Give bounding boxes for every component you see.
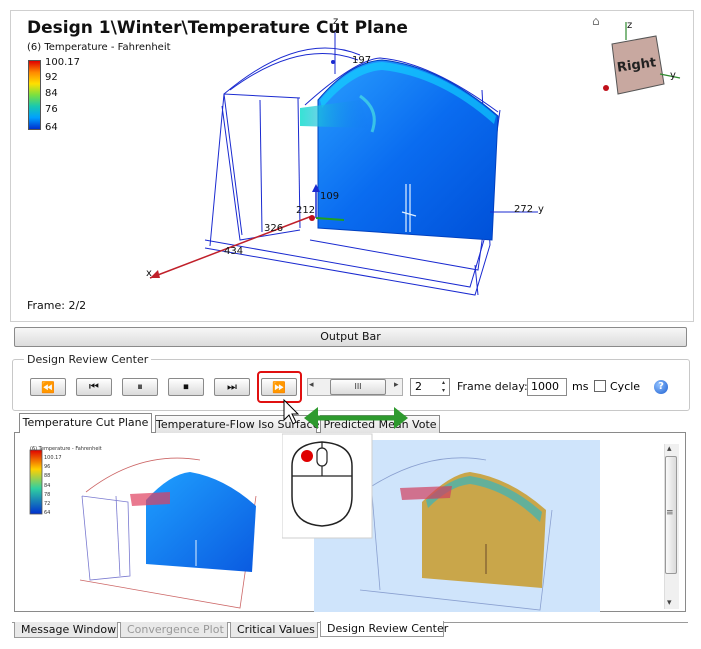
bottom-tab-design-review-center[interactable]: Design Review Center: [320, 621, 448, 637]
color-legend-bar: [28, 60, 41, 130]
spin-down-icon[interactable]: ▾: [438, 387, 449, 395]
spin-up-icon[interactable]: ▴: [438, 379, 449, 387]
cycle-label: Cycle: [610, 380, 641, 393]
output-bar-button[interactable]: Output Bar: [14, 327, 687, 347]
thumb-tick: 100.17: [44, 455, 62, 461]
cycle-checkbox[interactable]: [594, 380, 606, 392]
slider-left-arrow[interactable]: ◂: [309, 380, 314, 390]
thumbnail-subtitle: (6) Temperature - Fahrenheit: [30, 446, 102, 452]
thumbnail-legend-ticks: 100.17 96 88 84 78 72 64: [44, 454, 62, 518]
mouse-illustration: [282, 398, 408, 539]
frame-delay-label: Frame delay:: [457, 380, 528, 393]
frame-delay-input[interactable]: 1000: [527, 378, 567, 396]
stop-icon: ⏹: [183, 380, 189, 393]
step-forward-icon: ⏭: [227, 380, 237, 393]
home-view-icon[interactable]: ⌂: [592, 14, 600, 28]
coord-label: 197: [352, 55, 372, 66]
coord-label: 326: [264, 223, 284, 234]
thumb-tick: 64: [44, 510, 51, 517]
coord-label: 212: [296, 205, 316, 216]
ms-label: ms: [572, 380, 589, 393]
help-icon[interactable]: ?: [654, 380, 668, 394]
cut-plane: [317, 59, 499, 241]
step-forward-button[interactable]: ⏭: [214, 378, 250, 396]
thumb-tick: 88: [44, 473, 51, 480]
slider-right-arrow[interactable]: ▸: [394, 380, 399, 390]
thumb-tick: 84: [44, 482, 51, 489]
bottom-tab-critical-values[interactable]: Critical Values: [230, 622, 318, 638]
rewind-button[interactable]: ⏪: [30, 378, 66, 396]
legend-tick: 76: [45, 104, 58, 115]
legend-tick: 84: [45, 88, 58, 99]
step-back-button[interactable]: ⏮: [76, 378, 112, 396]
rewind-icon: ⏪: [41, 380, 55, 394]
frame-indicator: Frame: 2/2: [27, 299, 87, 312]
thumb-tick: 72: [44, 501, 51, 508]
pause-icon: ⏸: [137, 380, 143, 393]
axis-label-y: y: [538, 204, 544, 215]
bottom-tab-convergence-plot[interactable]: Convergence Plot: [120, 622, 228, 638]
design-review-legend: Design Review Center: [24, 353, 152, 366]
cube-axis-y: y: [670, 70, 676, 81]
pause-button[interactable]: ⏸: [122, 378, 158, 396]
bottom-tab-message-window[interactable]: Message Window: [14, 622, 118, 638]
legend-tick: 92: [45, 72, 58, 83]
legend-subtitle: (6) Temperature - Fahrenheit: [27, 42, 171, 53]
stop-button[interactable]: ⏹: [168, 378, 204, 396]
scroll-grip-icon: ≡: [666, 508, 674, 518]
axis-label-x: x: [146, 268, 152, 279]
viewport-title: Design 1\Winter\Temperature Cut Plane: [27, 18, 408, 38]
legend-tick: 100.17: [45, 57, 80, 68]
coord-label: 434: [224, 246, 244, 257]
step-back-icon: ⏮: [89, 380, 99, 393]
thumb-tick: 78: [44, 491, 51, 498]
coord-label: 109: [320, 191, 340, 202]
axis-label-z: z: [333, 16, 339, 27]
frame-slider-thumb[interactable]: III: [330, 379, 386, 395]
thumb-tick: 96: [44, 464, 51, 471]
scroll-down-icon[interactable]: ▾: [667, 598, 672, 608]
scroll-up-icon[interactable]: ▴: [667, 444, 672, 454]
tab-temperature-cut-plane[interactable]: Temperature Cut Plane: [19, 413, 152, 433]
coord-label: 272: [514, 204, 534, 215]
cube-axis-z: z: [627, 20, 633, 31]
legend-tick: 64: [45, 122, 58, 133]
